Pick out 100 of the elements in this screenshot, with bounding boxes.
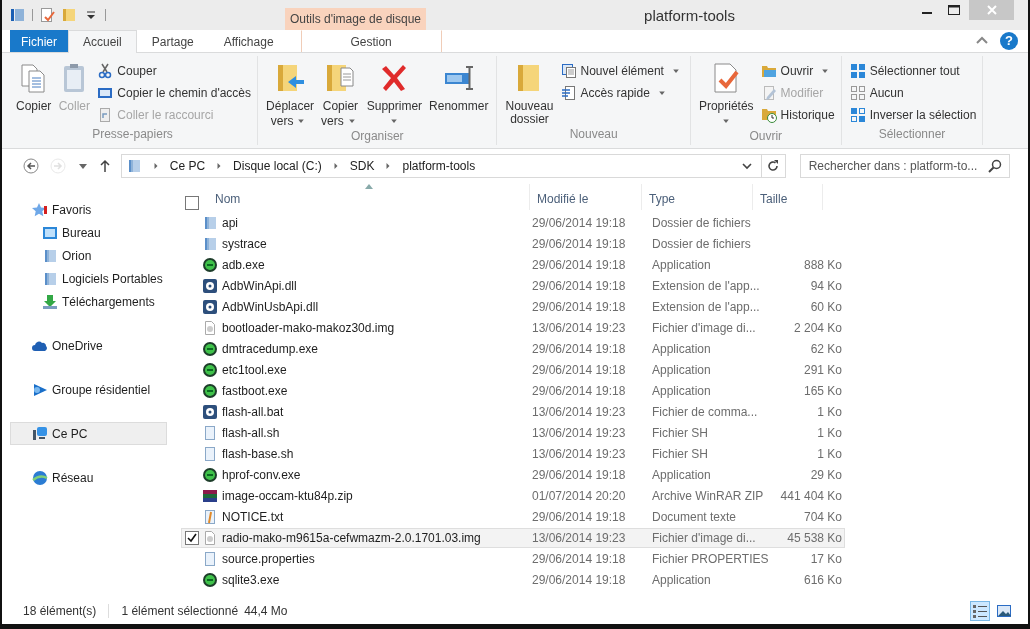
file-row[interactable]: NOTICE.txt 29/06/2014 19:18 Document texte 704 Ko (181, 507, 845, 527)
ribbon-button[interactable]: Couper (97, 60, 252, 82)
size-cell: 62 Ko (810, 342, 842, 356)
type-cell-text: Application (652, 363, 712, 377)
program-icon (202, 383, 218, 399)
type-cell-text: Fichier SH (652, 426, 709, 440)
details-view-button[interactable] (970, 601, 990, 621)
breadcrumb-item[interactable]: SDK (349, 159, 375, 173)
file-row[interactable]: flash-all.sh 13/06/2014 19:23 Fichier SH 1 Ko (181, 423, 845, 443)
file-row[interactable]: radio-mako-m9615a-cefwmazm-2.0.1701.03.img 13/06/2014 19:23 Fichier d'image di... 45 538 Ko (181, 528, 845, 548)
ribbon-button[interactable]: Copier vers (319, 60, 362, 129)
nav-item[interactable]: Téléchargements (10, 290, 167, 313)
file-row[interactable]: bootloader-mako-makoz30d.img 13/06/2014 19:23 Fichier d'image di... 2 204 Ko (181, 318, 845, 338)
size-cell: 441 404 Ko (780, 489, 842, 503)
ribbon-button[interactable]: Copier le chemin d'accès (97, 82, 252, 104)
nav-item[interactable]: Bureau (10, 221, 167, 244)
column-header[interactable]: Modifié le (529, 184, 642, 210)
ribbon-button[interactable]: Nouvel élément (560, 60, 684, 82)
size-cell: 1 Ko (817, 447, 842, 461)
file-row[interactable]: AdbWinUsbApi.dll 29/06/2014 19:18 Extension de l'app... 60 Ko (181, 297, 845, 317)
file-row[interactable]: etc1tool.exe 29/06/2014 19:18 Application 291 Ko (181, 360, 845, 380)
file-row[interactable]: systrace 29/06/2014 19:18 Dossier de fichiers (181, 234, 845, 254)
address-bar[interactable]: Ce PC Disque local (C:) SDK platform-tools (120, 154, 786, 178)
star-icon (32, 201, 48, 218)
select-all-icon (849, 63, 866, 79)
ribbon-button[interactable]: Historique (760, 104, 835, 126)
window-title: platform-tools (644, 6, 735, 24)
ribbon-button[interactable]: Supprimer (364, 60, 425, 129)
ribbon-button[interactable]: Aucun (849, 82, 977, 104)
size-cell: 29 Ko (810, 468, 842, 482)
file-row[interactable]: image-occam-ktu84p.zip 01/07/2014 20:20 Archive WinRAR ZIP 441 404 Ko (181, 486, 845, 506)
nav-item[interactable]: Orion (10, 244, 167, 267)
file-row[interactable]: adb.exe 29/06/2014 19:18 Application 888 Ko (181, 255, 845, 275)
ribbon-button[interactable]: Ouvrir (760, 60, 835, 82)
breadcrumb-item[interactable]: Ce PC (169, 159, 206, 173)
file-row[interactable]: hprof-conv.exe 29/06/2014 19:18 Application 29 Ko (181, 465, 845, 485)
column-label: Nom (215, 192, 241, 206)
document-check-icon[interactable] (39, 7, 55, 23)
back-button[interactable] (20, 155, 42, 177)
column-label: Taille (760, 192, 788, 206)
nav-item[interactable]: OneDrive (10, 334, 167, 357)
file-name: radio-mako-m9615a-cefwmazm-2.0.1701.03.img (222, 531, 482, 545)
sort-arrow-icon (364, 184, 373, 189)
size-cell: 45 538 Ko (787, 531, 842, 545)
help-button[interactable]: ? (1000, 32, 1018, 50)
breadcrumb-item[interactable]: platform-tools (402, 159, 476, 173)
file-row[interactable]: dmtracedump.exe 29/06/2014 19:18 Application 62 Ko (181, 339, 845, 359)
ribbon-button[interactable]: Accès rapide (560, 82, 684, 104)
modified-cell-text: 29/06/2014 19:18 (532, 552, 627, 566)
item-count: 18 élément(s) (23, 604, 97, 618)
nav-item[interactable]: Logiciels Portables (10, 267, 167, 290)
ribbon-button[interactable]: Copier (14, 60, 54, 127)
column-label: Type (649, 192, 675, 206)
blank-document-icon (202, 425, 218, 441)
column-label: Modifié le (537, 192, 589, 206)
maximize-icon (945, 2, 962, 18)
modified-cell-text: 01/07/2014 20:20 (532, 489, 627, 503)
ribbon-tab[interactable]: Gestion (300, 30, 442, 52)
nav-item[interactable]: Réseau (10, 466, 167, 489)
ribbon-button[interactable]: Déplacer vers (264, 60, 317, 129)
column-header[interactable]: Nom (208, 184, 529, 210)
file-row[interactable]: AdbWinApi.dll 29/06/2014 19:18 Extension de l'app... 94 Ko (181, 276, 845, 296)
file-row[interactable]: source.properties 29/06/2014 19:18 Fichier PROPERTIES 17 Ko (181, 549, 845, 569)
size-cell: 1 Ko (817, 426, 842, 440)
breadcrumb-item[interactable]: Disque local (C:) (233, 159, 322, 173)
program-icon (202, 572, 218, 588)
folder-icon (42, 247, 58, 264)
ribbon-button[interactable]: Renommer (427, 60, 491, 129)
file-row[interactable]: sqlite3.exe 29/06/2014 19:18 Application 616 Ko (181, 570, 845, 590)
nav-item[interactable]: Ce PC (10, 422, 167, 445)
select-all-checkbox[interactable] (185, 196, 199, 210)
folder-clock-icon (760, 107, 777, 123)
nav-item[interactable]: Favoris (10, 198, 167, 221)
search-field[interactable]: Rechercher dans : platform-to... (799, 154, 1010, 178)
column-header[interactable]: Type (642, 184, 753, 210)
file-name: source.properties (222, 552, 316, 566)
file-row[interactable]: api 29/06/2014 19:18 Dossier de fichiers (181, 213, 845, 233)
ribbon-tab[interactable]: Fichier (10, 30, 68, 52)
modified-cell-text: 29/06/2014 19:18 (532, 342, 627, 356)
ribbon-button[interactable]: Sélectionner tout (849, 60, 977, 82)
ribbon-button[interactable]: Inverser la sélection (849, 104, 977, 126)
details-view-icon (972, 603, 988, 619)
type-cell-text: Extension de l'app... (652, 279, 761, 293)
ribbon-tab[interactable]: Partage (136, 30, 209, 52)
computer-icon (32, 425, 48, 442)
ribbon-button[interactable]: Nouveau dossier (503, 60, 556, 127)
column-header[interactable]: Taille (753, 184, 823, 210)
file-name: fastboot.exe (222, 384, 289, 398)
file-row[interactable]: flash-all.bat 13/06/2014 19:23 Fichier de comma... 1 Ko (181, 402, 845, 422)
modified-cell-text: 29/06/2014 19:18 (532, 279, 627, 293)
checkbox[interactable] (185, 531, 199, 545)
ribbon-tab[interactable]: Affichage (208, 30, 289, 52)
file-row[interactable]: flash-base.sh 13/06/2014 19:23 Fichier SH 1 Ko (181, 444, 845, 464)
ribbon-tab[interactable]: Accueil (68, 30, 137, 53)
ribbon-button[interactable]: Propriétés (696, 60, 756, 129)
nav-item[interactable]: Groupe résidentiel (10, 378, 167, 401)
group-label: Sélectionner (877, 127, 947, 143)
group-label: Presse-papiers (91, 127, 174, 143)
file-row[interactable]: fastboot.exe 29/06/2014 19:18 Application 165 Ko (181, 381, 845, 401)
size-cell: 17 Ko (810, 552, 842, 566)
